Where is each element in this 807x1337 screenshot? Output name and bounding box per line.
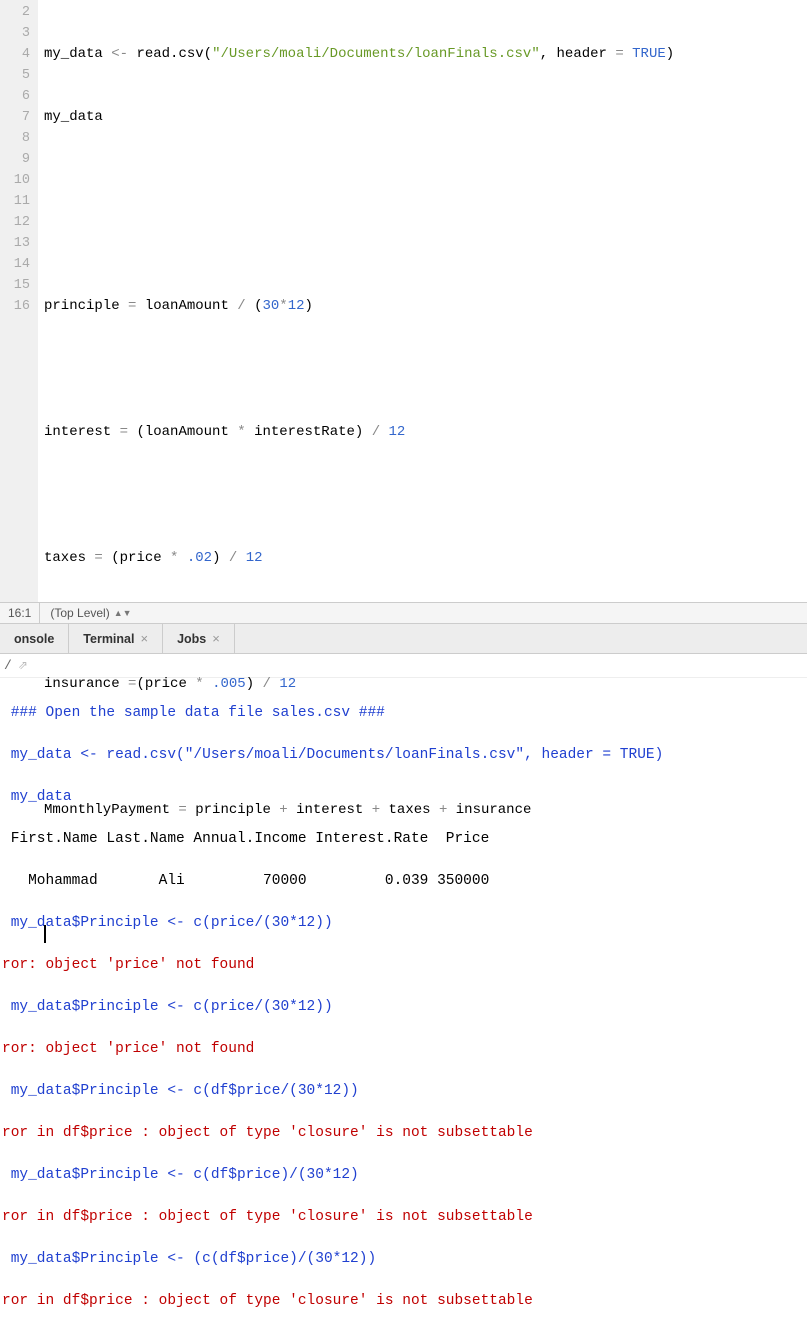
- code-area[interactable]: my_data <- read.csv("/Users/moali/Docume…: [38, 0, 807, 602]
- console-line: my_data$Principle <- c(price/(30*12)): [2, 997, 805, 1018]
- console-line: my_data$Principle <- (c(df$price)/(30*12…: [2, 1249, 805, 1270]
- console-line: my_data$Principle <- c(df$price)/(30*12): [2, 1165, 805, 1186]
- console-error: ror in df$price : object of type 'closur…: [2, 1207, 805, 1228]
- source-editor[interactable]: 2345678910111213141516 my_data <- read.c…: [0, 0, 807, 602]
- cursor-position: 16:1: [0, 603, 40, 623]
- line-gutter: 2345678910111213141516: [0, 0, 38, 602]
- text-cursor: [44, 925, 46, 943]
- console-error: ror: object 'price' not found: [2, 1039, 805, 1060]
- console-error: ror in df$price : object of type 'closur…: [2, 1291, 805, 1312]
- popout-icon[interactable]: ⇗: [18, 658, 28, 673]
- console-line: my_data$Principle <- c(df$price/(30*12)): [2, 1081, 805, 1102]
- console-error: ror in df$price : object of type 'closur…: [2, 1123, 805, 1144]
